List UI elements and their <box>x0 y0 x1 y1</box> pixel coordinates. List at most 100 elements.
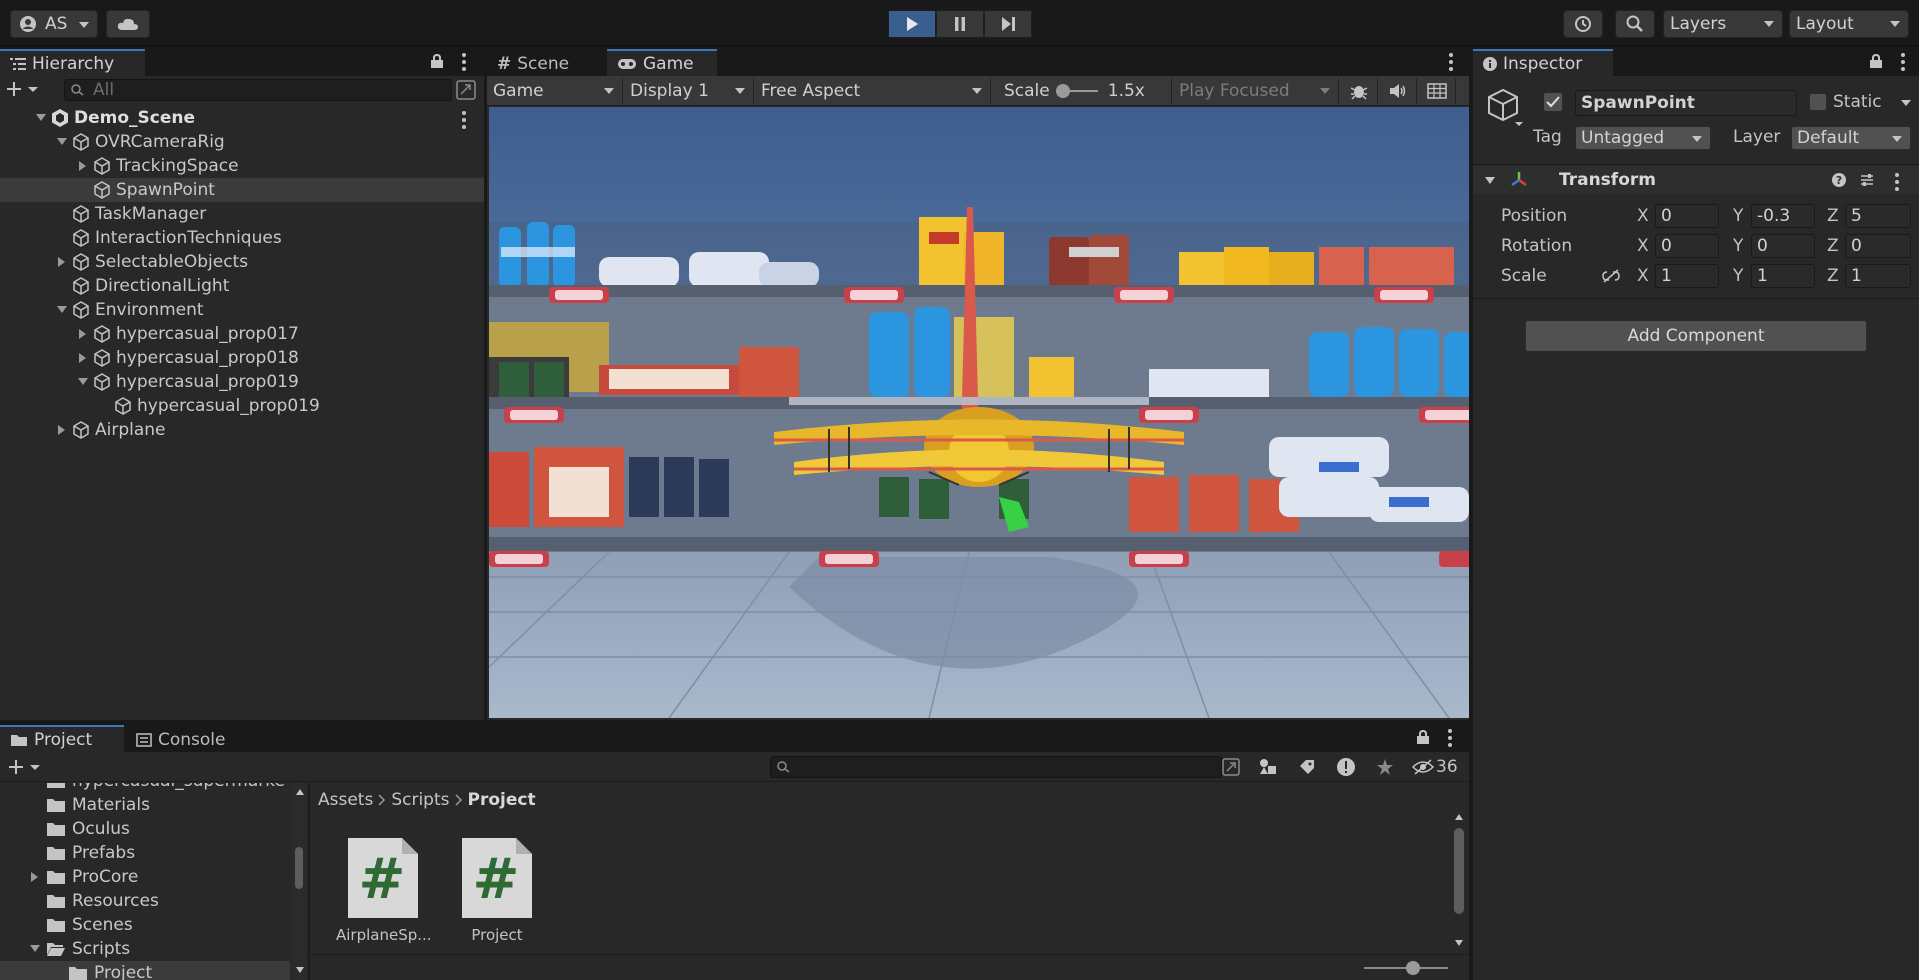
tree-scrollbar[interactable] <box>292 783 306 980</box>
layers-dropdown[interactable]: Layers <box>1663 10 1783 38</box>
scale-y-field[interactable]: 1 <box>1751 264 1815 288</box>
hierarchy-item[interactable]: Airplane <box>0 418 484 442</box>
constrain-proportions-icon[interactable] <box>1601 268 1621 284</box>
hierarchy-item[interactable]: OVRCameraRig <box>0 130 484 154</box>
static-checkbox[interactable] <box>1809 93 1827 111</box>
more-options-icon[interactable] <box>462 111 466 132</box>
position-x-field[interactable]: 0 <box>1655 204 1719 228</box>
play-focused-dropdown[interactable]: Play Focused <box>1173 78 1339 104</box>
folder-tree-item[interactable]: Scripts <box>0 937 290 961</box>
display-dropdown[interactable]: Display 1 <box>624 78 754 104</box>
position-z-field[interactable]: 5 <box>1845 204 1911 228</box>
more-options-icon[interactable] <box>462 53 466 74</box>
tab-inspector[interactable]: Inspector <box>1473 49 1613 76</box>
asset-item[interactable]: # Project <box>450 836 560 956</box>
folder-tree-item[interactable]: Materials <box>0 793 290 817</box>
icon-size-slider[interactable] <box>1364 961 1448 975</box>
scroll-thumb[interactable] <box>295 847 303 889</box>
create-asset-button[interactable] <box>8 758 42 776</box>
hidden-packages-toggle[interactable]: 36 <box>1412 757 1458 777</box>
aspect-dropdown[interactable]: Free Aspect <box>755 78 991 104</box>
hierarchy-item[interactable]: DirectionalLight <box>0 274 484 298</box>
scroll-thumb[interactable] <box>1454 828 1464 914</box>
expand-down-icon[interactable] <box>28 942 42 956</box>
assets-scrollbar[interactable] <box>1452 814 1466 950</box>
hierarchy-item[interactable]: TaskManager <box>0 202 484 226</box>
step-button[interactable] <box>984 10 1032 38</box>
expand-right-icon[interactable] <box>76 351 90 365</box>
more-options-icon[interactable] <box>1449 53 1453 74</box>
active-checkbox[interactable] <box>1543 92 1563 112</box>
expand-down-icon[interactable] <box>55 135 69 149</box>
help-icon[interactable]: ? <box>1831 172 1847 188</box>
hierarchy-item[interactable]: hypercasual_prop019 <box>0 370 484 394</box>
search-button[interactable] <box>1615 10 1655 38</box>
preset-icon[interactable] <box>1859 172 1875 188</box>
hierarchy-item[interactable]: hypercasual_prop019 <box>0 394 484 418</box>
folder-tree-item[interactable]: hypercasual_supermarke <box>0 783 290 793</box>
filter-by-type-icon[interactable] <box>1258 758 1278 776</box>
tab-project[interactable]: Project <box>0 725 124 752</box>
hierarchy-search-input[interactable]: All <box>64 79 452 101</box>
breadcrumb-scripts[interactable]: Scripts <box>391 790 449 810</box>
tab-scene[interactable]: # Scene <box>487 49 603 76</box>
folder-tree-item[interactable]: ProCore <box>0 865 290 889</box>
scene-visibility-icon[interactable] <box>456 80 476 100</box>
expand-down-icon[interactable] <box>76 375 90 389</box>
scroll-down-icon[interactable] <box>1455 940 1463 946</box>
warning-icon[interactable] <box>1336 757 1356 777</box>
lock-icon[interactable] <box>1869 54 1883 68</box>
expand-right-icon[interactable] <box>76 159 90 173</box>
gizmos-button[interactable] <box>1418 78 1456 104</box>
scale-x-field[interactable]: 1 <box>1655 264 1719 288</box>
project-search-input[interactable] <box>770 756 1222 778</box>
rotation-y-field[interactable]: 0 <box>1751 234 1815 258</box>
scale-thumb[interactable] <box>1055 84 1070 98</box>
more-options-icon[interactable] <box>1901 53 1905 74</box>
more-options-icon[interactable] <box>1895 173 1899 194</box>
lock-icon[interactable] <box>430 54 444 68</box>
expand-right-icon[interactable] <box>55 423 69 437</box>
hierarchy-item[interactable]: hypercasual_prop017 <box>0 322 484 346</box>
transform-header[interactable]: Transform ? <box>1473 166 1919 194</box>
asset-item[interactable]: # AirplaneSp... <box>336 836 446 956</box>
hierarchy-item[interactable]: InteractionTechniques <box>0 226 484 250</box>
label-tag-icon[interactable] <box>1298 758 1316 776</box>
scroll-up-icon[interactable] <box>296 789 304 795</box>
mute-audio-button[interactable] <box>1379 78 1417 104</box>
hierarchy-item[interactable]: SpawnPoint <box>0 178 484 202</box>
game-viewport[interactable] <box>489 107 1469 718</box>
cloud-button[interactable] <box>106 10 150 38</box>
rotation-x-field[interactable]: 0 <box>1655 234 1719 258</box>
expand-down-icon[interactable] <box>34 111 48 125</box>
undo-history-button[interactable] <box>1563 10 1603 38</box>
chevron-down-icon[interactable] <box>1901 100 1911 106</box>
folder-tree-item[interactable]: Project <box>0 961 290 980</box>
tab-hierarchy[interactable]: Hierarchy <box>0 49 145 76</box>
folder-tree-item[interactable]: Scenes <box>0 913 290 937</box>
scale-slider[interactable]: Scale 1.5x <box>992 78 1172 104</box>
account-dropdown[interactable]: AS <box>10 10 98 38</box>
create-button[interactable] <box>6 80 40 98</box>
breadcrumb-project[interactable]: Project <box>468 790 536 810</box>
gameobject-cube-icon[interactable] <box>1485 86 1525 126</box>
object-name-input[interactable]: SpawnPoint <box>1575 90 1797 116</box>
hierarchy-item[interactable]: Environment <box>0 298 484 322</box>
favorite-star-icon[interactable] <box>1376 758 1394 776</box>
rotation-z-field[interactable]: 0 <box>1845 234 1911 258</box>
expand-right-icon[interactable] <box>28 870 42 884</box>
search-scope-icon[interactable] <box>1222 758 1240 776</box>
stats-bug-button[interactable] <box>1340 78 1378 104</box>
layout-dropdown[interactable]: Layout <box>1789 10 1909 38</box>
expand-right-icon[interactable] <box>55 255 69 269</box>
expand-down-icon[interactable] <box>55 303 69 317</box>
hierarchy-item[interactable]: hypercasual_prop018 <box>0 346 484 370</box>
lock-icon[interactable] <box>1416 730 1430 744</box>
folder-tree-item[interactable]: Resources <box>0 889 290 913</box>
more-options-icon[interactable] <box>1448 729 1452 750</box>
slider-thumb[interactable] <box>1406 961 1420 975</box>
expand-right-icon[interactable] <box>76 327 90 341</box>
scale-z-field[interactable]: 1 <box>1845 264 1911 288</box>
folder-tree-item[interactable]: Prefabs <box>0 841 290 865</box>
hierarchy-item[interactable]: TrackingSpace <box>0 154 484 178</box>
